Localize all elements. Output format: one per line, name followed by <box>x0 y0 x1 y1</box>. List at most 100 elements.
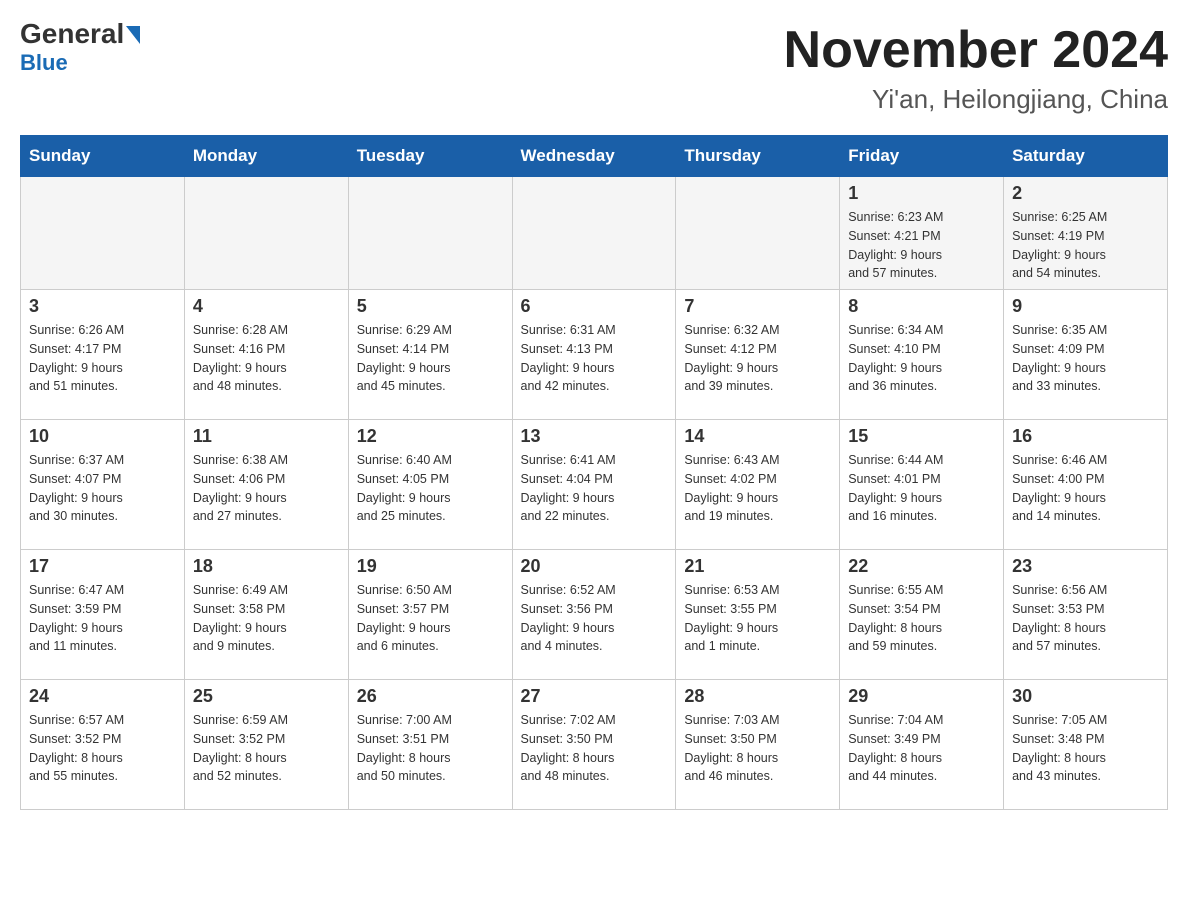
day-number: 9 <box>1012 296 1159 317</box>
calendar-cell: 8Sunrise: 6:34 AM Sunset: 4:10 PM Daylig… <box>840 290 1004 420</box>
calendar-cell <box>676 177 840 290</box>
month-title: November 2024 <box>784 20 1168 80</box>
day-info: Sunrise: 7:00 AM Sunset: 3:51 PM Dayligh… <box>357 711 504 786</box>
weekday-header-tuesday: Tuesday <box>348 136 512 177</box>
weekday-header-thursday: Thursday <box>676 136 840 177</box>
calendar-cell: 3 Sunrise: 6:26 AM Sunset: 4:17 PM Daylig… <box>21 290 185 420</box>
day-info: Sunrise: 7:02 AM Sunset: 3:50 PM Dayligh… <box>521 711 668 786</box>
calendar-table: SundayMondayTuesdayWednesdayThursdayFrid… <box>20 135 1168 810</box>
calendar-cell: 18 Sunrise: 6:49 AM Sunset: 3:58 PM Dayli… <box>184 550 348 680</box>
day-number: 25 <box>193 686 340 707</box>
day-info: Sunrise: 6:44 AM Sunset: 4:01 PM Dayligh… <box>848 451 995 526</box>
day-info: Sunrise: 6:41 AM Sunset: 4:04 PM Dayligh… <box>521 451 668 526</box>
day-number: 22 <box>848 556 995 577</box>
calendar-cell <box>184 177 348 290</box>
day-number: 23 <box>1012 556 1159 577</box>
calendar-cell: 24Sunrise: 6:57 AM Sunset: 3:52 PM Dayli… <box>21 680 185 810</box>
logo-text-blue: Blue <box>20 50 68 76</box>
day-number: 26 <box>357 686 504 707</box>
day-info: Sunrise: 6:29 AM Sunset: 4:14 PM Dayligh… <box>357 321 504 396</box>
day-info: Sunrise: 6:55 AM Sunset: 3:54 PM Dayligh… <box>848 581 995 656</box>
title-section: November 2024 Yi'an, Heilongjiang, China <box>784 20 1168 115</box>
calendar-cell: 2 Sunrise: 6:25 AM Sunset: 4:19 PM Daylig… <box>1004 177 1168 290</box>
day-info: Sunrise: 6:34 AM Sunset: 4:10 PM Dayligh… <box>848 321 995 396</box>
day-number: 2 <box>1012 183 1159 204</box>
day-number: 28 <box>684 686 831 707</box>
calendar-cell <box>21 177 185 290</box>
day-number: 20 <box>521 556 668 577</box>
day-number: 1 <box>848 183 995 204</box>
day-info: Sunrise: 7:05 AM Sunset: 3:48 PM Dayligh… <box>1012 711 1159 786</box>
day-info: Sunrise: 6:49 AM Sunset: 3:58 PM Dayligh… <box>193 581 340 656</box>
day-info: Sunrise: 6:47 AM Sunset: 3:59 PM Dayligh… <box>29 581 176 656</box>
calendar-cell: 13 Sunrise: 6:41 AM Sunset: 4:04 PM Dayli… <box>512 420 676 550</box>
day-info: Sunrise: 6:56 AM Sunset: 3:53 PM Dayligh… <box>1012 581 1159 656</box>
calendar-cell: 30 Sunrise: 7:05 AM Sunset: 3:48 PM Dayli… <box>1004 680 1168 810</box>
calendar-cell: 25 Sunrise: 6:59 AM Sunset: 3:52 PM Dayli… <box>184 680 348 810</box>
calendar-cell: 1 Sunrise: 6:23 AM Sunset: 4:21 PM Daylig… <box>840 177 1004 290</box>
calendar-cell: 29Sunrise: 7:04 AM Sunset: 3:49 PM Dayli… <box>840 680 1004 810</box>
page-header: General Blue November 2024 Yi'an, Heilon… <box>20 20 1168 115</box>
weekday-header-saturday: Saturday <box>1004 136 1168 177</box>
day-number: 13 <box>521 426 668 447</box>
day-number: 15 <box>848 426 995 447</box>
day-info: Sunrise: 6:59 AM Sunset: 3:52 PM Dayligh… <box>193 711 340 786</box>
calendar-cell: 16 Sunrise: 6:46 AM Sunset: 4:00 PM Dayli… <box>1004 420 1168 550</box>
logo: General Blue <box>20 20 140 76</box>
location: Yi'an, Heilongjiang, China <box>784 84 1168 115</box>
day-number: 17 <box>29 556 176 577</box>
day-number: 5 <box>357 296 504 317</box>
day-number: 18 <box>193 556 340 577</box>
day-number: 30 <box>1012 686 1159 707</box>
calendar-cell: 10 Sunrise: 6:37 AM Sunset: 4:07 PM Dayli… <box>21 420 185 550</box>
calendar-cell: 22 Sunrise: 6:55 AM Sunset: 3:54 PM Dayli… <box>840 550 1004 680</box>
weekday-header-monday: Monday <box>184 136 348 177</box>
day-number: 27 <box>521 686 668 707</box>
day-info: Sunrise: 6:46 AM Sunset: 4:00 PM Dayligh… <box>1012 451 1159 526</box>
weekday-header-row: SundayMondayTuesdayWednesdayThursdayFrid… <box>21 136 1168 177</box>
day-number: 3 <box>29 296 176 317</box>
calendar-week-row-1: 1 Sunrise: 6:23 AM Sunset: 4:21 PM Daylig… <box>21 177 1168 290</box>
day-info: Sunrise: 6:32 AM Sunset: 4:12 PM Dayligh… <box>684 321 831 396</box>
day-number: 16 <box>1012 426 1159 447</box>
calendar-cell: 11Sunrise: 6:38 AM Sunset: 4:06 PM Dayli… <box>184 420 348 550</box>
calendar-cell: 12 Sunrise: 6:40 AM Sunset: 4:05 PM Dayli… <box>348 420 512 550</box>
day-info: Sunrise: 6:25 AM Sunset: 4:19 PM Dayligh… <box>1012 208 1159 283</box>
calendar-cell: 23 Sunrise: 6:56 AM Sunset: 3:53 PM Dayli… <box>1004 550 1168 680</box>
calendar-cell: 14 Sunrise: 6:43 AM Sunset: 4:02 PM Dayli… <box>676 420 840 550</box>
day-info: Sunrise: 7:03 AM Sunset: 3:50 PM Dayligh… <box>684 711 831 786</box>
day-info: Sunrise: 6:26 AM Sunset: 4:17 PM Dayligh… <box>29 321 176 396</box>
day-info: Sunrise: 6:43 AM Sunset: 4:02 PM Dayligh… <box>684 451 831 526</box>
calendar-cell: 15 Sunrise: 6:44 AM Sunset: 4:01 PM Dayli… <box>840 420 1004 550</box>
day-number: 10 <box>29 426 176 447</box>
day-number: 4 <box>193 296 340 317</box>
calendar-week-row-5: 24Sunrise: 6:57 AM Sunset: 3:52 PM Dayli… <box>21 680 1168 810</box>
logo-arrow-icon <box>126 26 140 44</box>
calendar-cell: 7Sunrise: 6:32 AM Sunset: 4:12 PM Daylig… <box>676 290 840 420</box>
day-number: 6 <box>521 296 668 317</box>
day-number: 12 <box>357 426 504 447</box>
calendar-cell: 28 Sunrise: 7:03 AM Sunset: 3:50 PM Dayli… <box>676 680 840 810</box>
day-info: Sunrise: 6:31 AM Sunset: 4:13 PM Dayligh… <box>521 321 668 396</box>
day-info: Sunrise: 6:53 AM Sunset: 3:55 PM Dayligh… <box>684 581 831 656</box>
day-number: 14 <box>684 426 831 447</box>
day-info: Sunrise: 6:40 AM Sunset: 4:05 PM Dayligh… <box>357 451 504 526</box>
weekday-header-sunday: Sunday <box>21 136 185 177</box>
weekday-header-friday: Friday <box>840 136 1004 177</box>
calendar-cell <box>512 177 676 290</box>
day-number: 29 <box>848 686 995 707</box>
day-info: Sunrise: 6:35 AM Sunset: 4:09 PM Dayligh… <box>1012 321 1159 396</box>
logo-text-general: General <box>20 20 124 48</box>
calendar-cell: 9 Sunrise: 6:35 AM Sunset: 4:09 PM Daylig… <box>1004 290 1168 420</box>
calendar-cell: 4 Sunrise: 6:28 AM Sunset: 4:16 PM Daylig… <box>184 290 348 420</box>
day-info: Sunrise: 6:37 AM Sunset: 4:07 PM Dayligh… <box>29 451 176 526</box>
day-info: Sunrise: 6:23 AM Sunset: 4:21 PM Dayligh… <box>848 208 995 283</box>
calendar-cell: 21Sunrise: 6:53 AM Sunset: 3:55 PM Dayli… <box>676 550 840 680</box>
day-number: 11 <box>193 426 340 447</box>
calendar-week-row-2: 3 Sunrise: 6:26 AM Sunset: 4:17 PM Daylig… <box>21 290 1168 420</box>
calendar-cell <box>348 177 512 290</box>
calendar-week-row-4: 17 Sunrise: 6:47 AM Sunset: 3:59 PM Dayli… <box>21 550 1168 680</box>
day-number: 24 <box>29 686 176 707</box>
calendar-cell: 26 Sunrise: 7:00 AM Sunset: 3:51 PM Dayli… <box>348 680 512 810</box>
day-info: Sunrise: 6:28 AM Sunset: 4:16 PM Dayligh… <box>193 321 340 396</box>
